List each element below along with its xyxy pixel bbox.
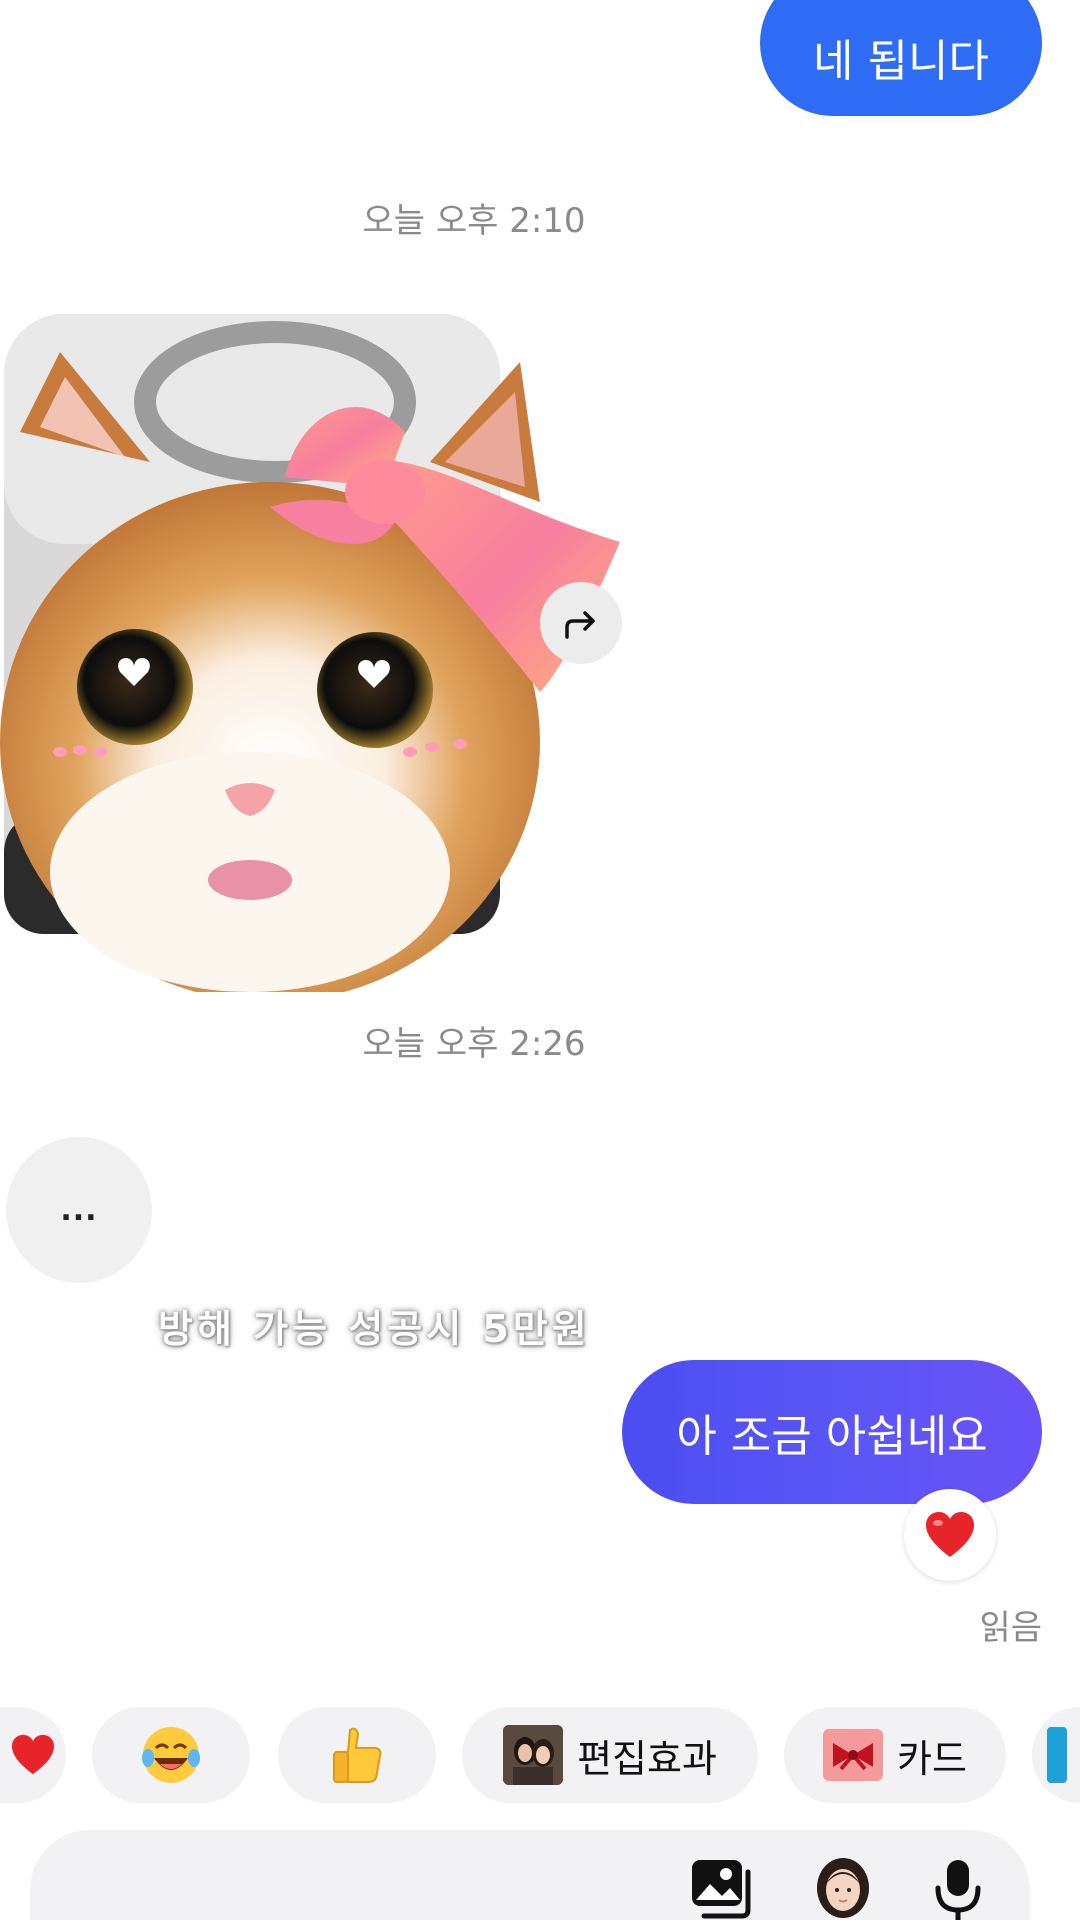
thumbs-up-emoji xyxy=(333,1727,382,1783)
avatar-icon xyxy=(817,1858,869,1918)
cat-sticker[interactable] xyxy=(0,312,640,1002)
message-text: 네 됩니다 xyxy=(813,36,989,87)
quick-reply-more[interactable] xyxy=(1032,1707,1080,1803)
ribbon-card-icon xyxy=(823,1729,884,1781)
partial-chip-icon xyxy=(1047,1727,1067,1783)
reaction-badge[interactable] xyxy=(904,1489,996,1581)
typing-indicator: ... xyxy=(60,1192,98,1228)
avatar-button[interactable] xyxy=(808,1858,878,1920)
forward-button[interactable] xyxy=(540,582,622,664)
gallery-button[interactable] xyxy=(690,1858,754,1920)
chip-label: 편집효과 xyxy=(577,1736,717,1781)
quick-reply-thumbs-up[interactable] xyxy=(278,1707,436,1803)
sent-message-bubble[interactable]: 네 됩니다 xyxy=(760,0,1042,116)
forward-icon xyxy=(565,611,595,639)
timestamp: 오늘 오후 2:26 xyxy=(362,1024,586,1064)
photo-thumbnail xyxy=(503,1725,564,1785)
gallery-icon xyxy=(692,1860,751,1919)
ribbon-icon xyxy=(833,1743,874,1771)
message-composer[interactable] xyxy=(30,1830,1030,1920)
heart-icon xyxy=(926,1512,974,1557)
sent-message-bubble[interactable]: 아 조금 아쉽네요 xyxy=(622,1360,1042,1504)
quick-reply-effects[interactable]: 편집효과 xyxy=(462,1707,758,1803)
chip-label: 카드 xyxy=(897,1736,967,1781)
heart-icon xyxy=(12,1734,54,1775)
quick-reply-laughing[interactable] xyxy=(92,1707,250,1803)
overlay-caption: 방해 가능 성공시 5만원 xyxy=(158,1307,591,1351)
photo-thumbnail-icon xyxy=(503,1725,564,1785)
received-message-bubble[interactable]: ... xyxy=(6,1137,152,1283)
voice-button[interactable] xyxy=(926,1858,990,1920)
cat-with-bow-sticker-icon xyxy=(0,314,620,1002)
quick-reply-heart[interactable] xyxy=(0,1707,66,1803)
laughing-tears-emoji xyxy=(142,1727,200,1783)
microphone-icon xyxy=(935,1860,981,1920)
quick-reply-card[interactable]: 카드 xyxy=(784,1707,1006,1803)
read-receipt: 읽음 xyxy=(979,1608,1042,1648)
chat-screen: 네 됩니다 오늘 오후 2:10 오늘 오후 2:26 ... 방해 가능 성공… xyxy=(0,0,1080,1920)
timestamp: 오늘 오후 2:10 xyxy=(362,201,586,241)
message-text: 아 조금 아쉽네요 xyxy=(676,1411,988,1462)
